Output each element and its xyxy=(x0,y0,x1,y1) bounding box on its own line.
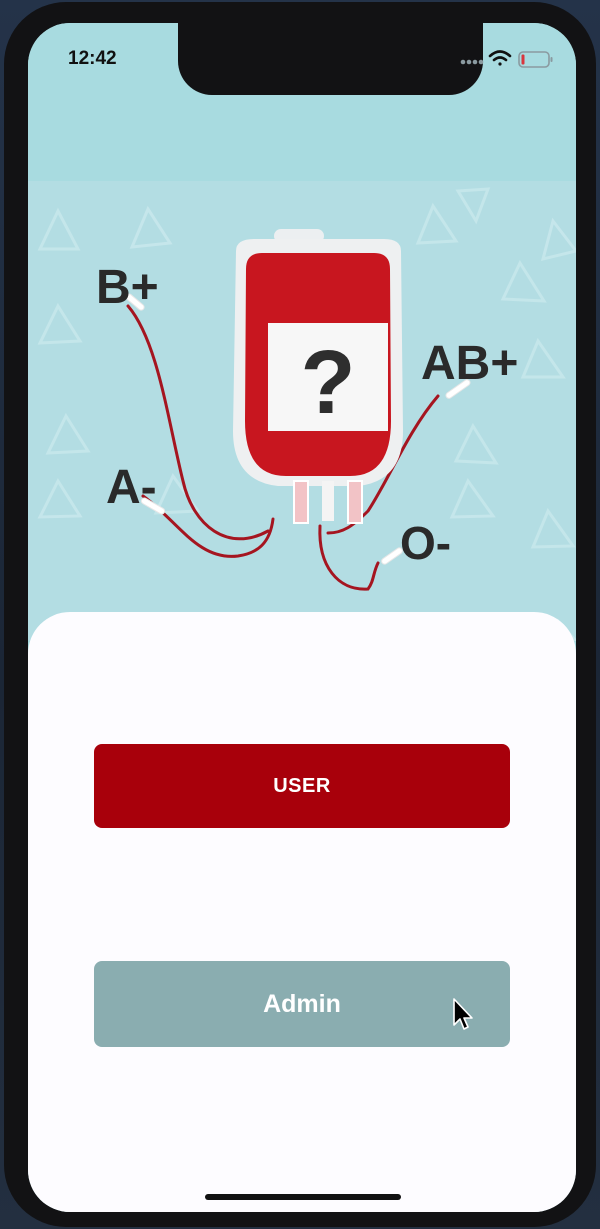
blood-type-b-positive: B+ xyxy=(96,261,159,314)
blood-type-ab-positive: AB+ xyxy=(421,337,518,390)
cellular-signal-icon xyxy=(460,59,484,65)
login-options-sheet xyxy=(28,612,576,1212)
blood-type-o-negative: O- xyxy=(400,517,451,569)
admin-button[interactable]: Admin xyxy=(94,961,510,1047)
blood-bag-illustration: ? B+ AB+ A- O- xyxy=(28,181,576,641)
mouse-cursor-icon xyxy=(453,998,473,1030)
blood-type-a-negative: A- xyxy=(106,461,157,514)
battery-icon xyxy=(518,51,553,68)
home-indicator[interactable] xyxy=(205,1194,401,1200)
user-button[interactable]: USER xyxy=(94,744,510,828)
wifi-icon xyxy=(488,50,512,66)
blood-bag: ? xyxy=(233,229,403,524)
question-mark: ? xyxy=(301,333,356,433)
